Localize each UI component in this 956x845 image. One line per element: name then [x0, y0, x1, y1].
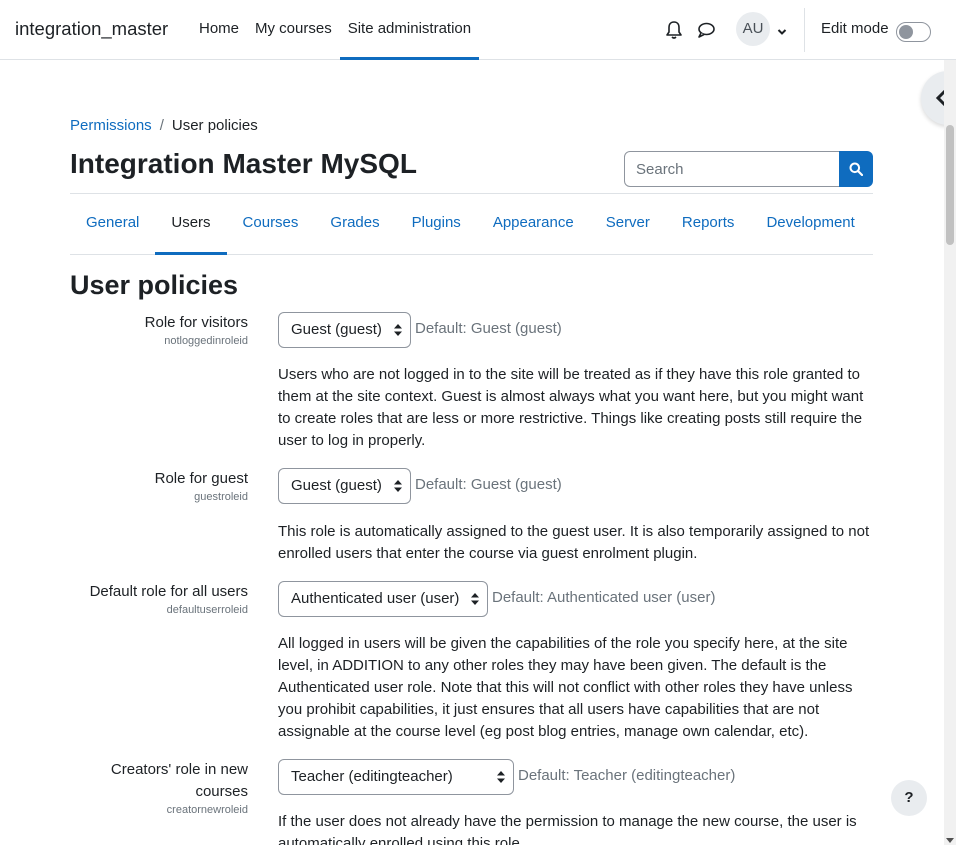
search-input[interactable] [624, 151, 840, 187]
nav-my-courses[interactable]: My courses [247, 0, 340, 60]
user-avatar[interactable]: AU [736, 12, 770, 46]
select-value: Authenticated user (user) [291, 590, 460, 607]
edit-mode-toggle[interactable] [896, 22, 931, 42]
tab-plugins[interactable]: Plugins [396, 194, 477, 254]
nav-site-administration[interactable]: Site administration [339, 0, 480, 60]
select-value: Guest (guest) [291, 477, 382, 494]
breadcrumb-current: User policies [171, 117, 258, 134]
search-icon [849, 162, 863, 176]
page-title: Integration Master MySQL [70, 148, 417, 179]
primary-navigation: Home My courses Site administration [191, 0, 480, 60]
setting-label: Role for guest [154, 470, 248, 487]
tab-users[interactable]: Users [155, 194, 227, 255]
default-value: Default: Teacher (editingteacher) [518, 767, 736, 784]
help-button[interactable]: ? [891, 780, 927, 816]
setting-label: Default role for all users [89, 583, 248, 600]
site-brand[interactable]: integration_master [15, 18, 168, 40]
default-value: Default: Guest (guest) [415, 476, 562, 493]
breadcrumb-separator: / [159, 117, 164, 134]
setting-key: notloggedinroleid [164, 335, 248, 347]
role-select[interactable]: Guest (guest) [278, 468, 411, 504]
role-select[interactable]: Authenticated user (user) [278, 581, 488, 617]
setting-label: Role for visitors [144, 314, 248, 331]
setting-description: All logged in users will be given the ca… [278, 635, 853, 740]
setting-key: defaultuserroleid [166, 604, 248, 616]
page-scrollbar[interactable] [944, 60, 956, 845]
select-caret-icon [497, 771, 505, 783]
tab-grades[interactable]: Grades [314, 194, 395, 254]
nav-home[interactable]: Home [191, 0, 247, 60]
bell-icon[interactable] [665, 20, 685, 40]
tab-general[interactable]: General [70, 194, 155, 254]
search-button[interactable] [839, 151, 873, 187]
select-caret-icon [471, 593, 479, 605]
tab-development[interactable]: Development [750, 194, 870, 254]
default-value: Default: Authenticated user (user) [492, 589, 716, 606]
tab-server[interactable]: Server [590, 194, 666, 254]
top-navbar: integration_master Home My courses Site … [0, 0, 956, 60]
default-value: Default: Guest (guest) [415, 320, 562, 337]
message-icon[interactable] [697, 20, 717, 40]
setting-description: Users who are not logged in to the site … [278, 366, 864, 449]
setting-description: If the user does not already have the pe… [278, 813, 857, 845]
admin-search [624, 151, 873, 187]
tab-reports[interactable]: Reports [666, 194, 751, 254]
tab-courses[interactable]: Courses [227, 194, 315, 254]
select-value: Teacher (editingteacher) [291, 768, 453, 785]
select-value: Guest (guest) [291, 321, 382, 338]
scroll-down-arrow-icon[interactable] [946, 838, 954, 843]
setting-key: creatornewroleid [166, 804, 248, 816]
select-caret-icon [394, 480, 402, 492]
role-select[interactable]: Teacher (editingteacher) [278, 759, 514, 795]
nav-divider [804, 8, 805, 52]
setting-description: This role is automatically assigned to t… [278, 523, 870, 562]
scrollbar-thumb[interactable] [946, 125, 954, 245]
breadcrumb-permissions[interactable]: Permissions [70, 117, 152, 134]
breadcrumb: Permissions / User policies [70, 117, 258, 134]
chevron-down-icon[interactable] [777, 24, 787, 35]
role-select[interactable]: Guest (guest) [278, 312, 411, 348]
admin-tabs: General Users Courses Grades Plugins App… [70, 194, 873, 255]
edit-mode-label: Edit mode [821, 20, 889, 37]
toggle-knob [899, 25, 913, 39]
setting-key: guestroleid [194, 491, 248, 503]
select-caret-icon [394, 324, 402, 336]
tab-appearance[interactable]: Appearance [477, 194, 590, 254]
section-title: User policies [70, 270, 239, 300]
setting-label: Creators' role in new courses [110, 761, 248, 800]
